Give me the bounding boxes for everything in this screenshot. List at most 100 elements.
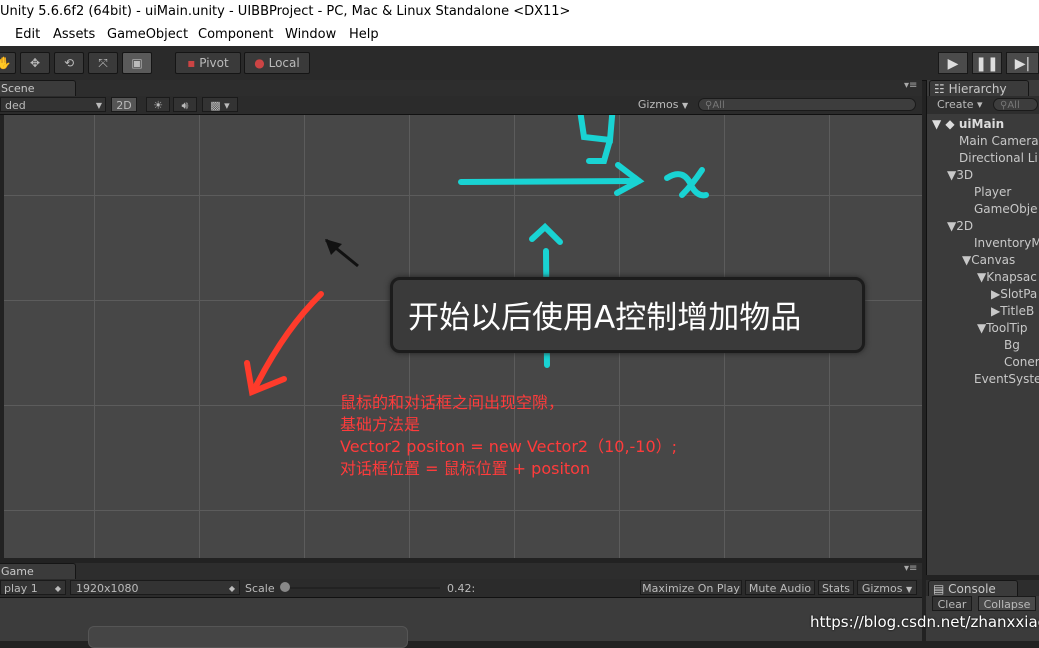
hierarchy-search-input[interactable]: ⚲All [993,98,1038,111]
step-button[interactable]: ▶| [1006,52,1039,74]
tab-hierarchy[interactable]: ☷ Hierarchy [929,80,1029,96]
shading-mode-dropdown[interactable]: ded ▼ [0,97,106,112]
menu-help[interactable]: Help [349,24,379,46]
play-icon: ▶ [947,56,959,72]
pivot-toggle[interactable]: ▪ Pivot [175,52,241,74]
hand-icon: ✋ [0,56,12,70]
hierarchy-item[interactable]: InventoryM [974,235,1039,252]
2d-mode-label: 2D [116,99,132,112]
resolution-dropdown[interactable]: 1920x1080 ◆ [70,580,240,595]
play-button[interactable]: ▶ [938,52,968,74]
console-toolbar: Clear Collapse [926,596,1039,612]
hierarchy-item-label: ToolTip [986,321,1028,335]
hierarchy-item[interactable]: EventSyste [974,371,1039,388]
hierarchy-scene-root[interactable]: ▼ ◆ uiMain [932,116,1004,133]
expand-arrow-icon: ▼ [947,168,957,182]
scene-view[interactable]: 开始以后使用A控制增加物品 鼠标的和对话框之间出现空隙， 基础方法是 Vecto… [4,115,922,558]
stats-toggle[interactable]: Stats [818,580,854,595]
rotate-icon: ⟲ [63,56,75,70]
panel-menu-icon[interactable]: ▾≡ [904,80,917,91]
menu-component[interactable]: Component [198,24,273,46]
effects-dropdown[interactable]: ▩ ▾ [202,97,238,112]
cursor-arrow-icon [325,238,359,268]
panel-menu-icon[interactable]: ▾≡ [904,563,917,574]
rect-tool-button[interactable]: ▣ [122,52,152,74]
hierarchy-item[interactable]: Bg [1004,337,1020,354]
dropdown-arrow-icon: ▼ [905,585,913,594]
scene-control-bar: ded ▼ 2D ☀ 🔊︎ ▩ ▾ Gizmos ▼ ⚲All [0,96,922,115]
tab-scene[interactable]: Scene [0,80,76,96]
scale-slider-track[interactable] [280,587,440,589]
pivot-label: Pivot [199,56,229,70]
hierarchy-item-label: Knapsac [986,270,1037,284]
tab-game[interactable]: Game [0,563,76,579]
hierarchy-item-2d[interactable]: ▼2D [947,218,973,235]
scale-slider-thumb[interactable] [280,582,290,592]
hierarchy-item[interactable]: Player [974,184,1011,201]
dropdown-arrow-icon: ▼ [95,101,102,110]
hierarchy-item-slotpanel[interactable]: ▶SlotPa [991,286,1037,303]
menu-gameobject[interactable]: GameObject [107,24,188,46]
2d-mode-toggle[interactable]: 2D [111,97,137,112]
hierarchy-item[interactable]: Main Camera [959,133,1039,150]
image-icon: ▩ ▾ [210,99,230,112]
game-ui-panel [88,626,408,648]
note-line: 对话框位置 = 鼠标位置 + positon [340,459,591,478]
collapse-button[interactable]: Collapse [978,596,1036,611]
hierarchy-item-titlebg[interactable]: ▶TitleB [991,303,1034,320]
collapsed-arrow-icon: ▶ [991,304,1001,318]
shading-mode-value: ded [5,99,26,112]
display-dropdown[interactable]: play 1 ◆ [0,580,66,595]
hierarchy-item-label: TitleB [1000,304,1035,318]
hand-tool-button[interactable]: ✋ [0,52,16,74]
lighting-toggle[interactable]: ☀ [146,97,170,112]
hierarchy-tab-label: Hierarchy [948,82,1007,96]
hierarchy-list-icon: ☷ [934,82,945,96]
game-gizmos-dropdown[interactable]: Gizmos ▼ [857,580,917,595]
create-dropdown[interactable]: Create ▾ [937,98,983,111]
scene-search-input[interactable]: ⚲All [698,98,916,111]
resolution-value: 1920x1080 [76,582,139,595]
scene-search-placeholder: All [712,100,725,111]
console-tab-bar: ▤ Console [926,580,1039,596]
hierarchy-item-knapsack[interactable]: ▼Knapsac [977,269,1037,286]
audio-toggle[interactable]: 🔊︎ [173,97,197,112]
watermark-text: https://blog.csdn.net/zhanxxiao [810,613,1039,631]
pivot-icon: ▪ [187,56,196,70]
dropdown-arrow-icon: ◆ [228,584,235,593]
tooltip-text: 开始以后使用A控制增加物品 [408,300,802,336]
unity-scene-icon: ◆ [945,117,955,131]
create-label: Create [937,98,974,111]
menu-assets[interactable]: Assets [53,24,95,46]
pause-button[interactable]: ❚❚ [972,52,1002,74]
rotate-tool-button[interactable]: ⟲ [54,52,84,74]
expand-arrow-icon: ▼ [977,321,987,335]
hierarchy-item-3d[interactable]: ▼3D [947,167,973,184]
scene-tab-label: Scene [1,82,35,95]
local-label: Local [268,56,300,70]
note-line: Vector2 positon = new Vector2（10,-10）; [340,437,678,456]
local-icon: ● [254,56,265,70]
move-tool-button[interactable]: ✥ [20,52,50,74]
gizmos-label: Gizmos [637,98,679,111]
maximize-on-play-toggle[interactable]: Maximize On Play [640,580,742,595]
mute-audio-toggle[interactable]: Mute Audio [745,580,815,595]
scale-tool-button[interactable]: ⤧ [88,52,118,74]
hierarchy-item[interactable]: Coner [1004,354,1039,371]
hierarchy-item-canvas[interactable]: ▼Canvas [962,252,1015,269]
expand-arrow-icon: ▼ [962,253,972,267]
maximize-on-play-label: Maximize On Play [642,582,740,595]
hierarchy-item-tooltip[interactable]: ▼ToolTip [977,320,1027,337]
clear-button[interactable]: Clear [932,596,972,611]
tab-console[interactable]: ▤ Console [928,580,1018,596]
sun-icon: ☀ [153,99,163,112]
menu-window[interactable]: Window [285,24,336,46]
display-value: play 1 [4,582,38,595]
collapse-label: Collapse [983,598,1031,611]
menu-edit[interactable]: Edit [15,24,40,46]
game-tab-bar: Game ▾≡ [0,563,922,579]
hierarchy-item[interactable]: Directional Li [959,150,1038,167]
hierarchy-item[interactable]: GameObje [974,201,1038,218]
local-toggle[interactable]: ● Local [244,52,310,74]
gizmos-dropdown[interactable]: Gizmos ▼ [635,97,691,112]
